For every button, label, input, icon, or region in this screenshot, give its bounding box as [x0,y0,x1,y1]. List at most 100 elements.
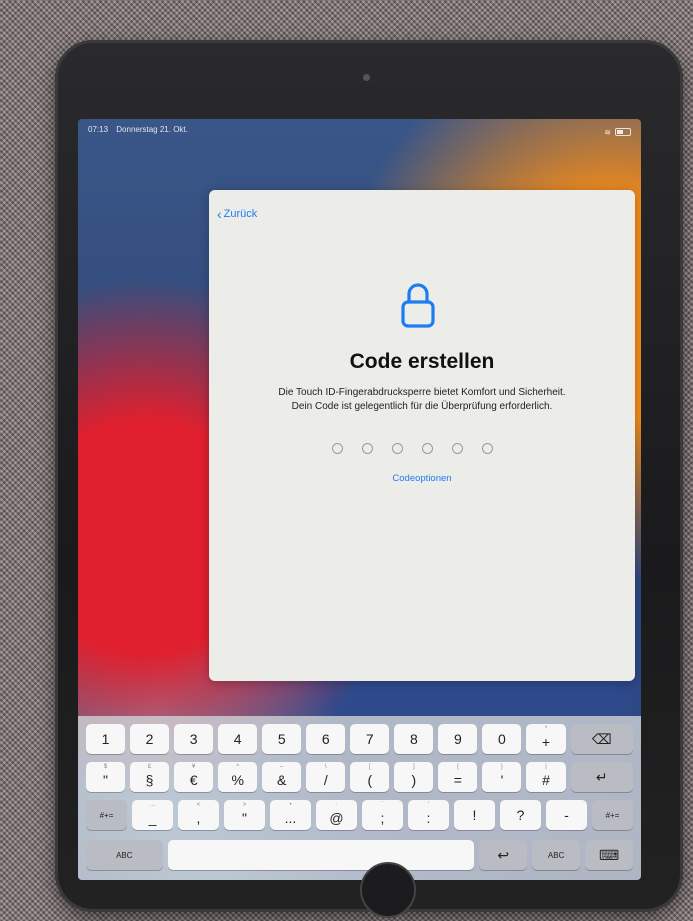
key-hint: ` [381,802,384,808]
key[interactable]: $ " [86,762,126,792]
key-hint: [ [368,764,371,770]
space-key[interactable] [167,840,475,870]
battery-icon [615,128,631,136]
key-hint: > [242,802,247,808]
key-hint: ' [427,802,430,808]
key-label: ? [516,807,525,823]
backspace-icon: ⌫ [591,730,612,747]
key-label: = [453,772,462,788]
key[interactable]: - [546,800,587,830]
key-hint: – [280,764,284,770]
key-label: & [277,772,287,788]
key-label: 4 [233,731,242,747]
key[interactable]: 7 [350,724,390,754]
lock-icon [401,283,435,328]
symbols-key-right[interactable]: #+= [592,800,633,830]
passcode-dot [392,443,403,454]
code-options-link[interactable]: Codeoptionen [209,473,635,484]
abc-key-left-label: ABC [116,850,133,860]
key[interactable]: ! [454,800,495,830]
abc-key-left[interactable]: ABC [86,840,163,870]
keyboard-row-3: #+=… _ <, > " •... · @ `; ':!? - #+= [86,800,633,830]
key[interactable]: <, [178,800,219,830]
key[interactable]: `; [362,800,403,830]
delete-key[interactable]: ⌫ [570,724,633,754]
key-label: € [189,772,198,788]
symbols-key-label: #+= [99,810,114,820]
status-date: Donnerstag 21. Okt. [116,125,188,134]
key[interactable]: * + [526,724,566,754]
key[interactable]: > " [224,800,265,830]
undo-key[interactable]: ↩ [479,840,528,870]
status-bar: 07:13 Donnerstag 21. Okt. ≋ [88,125,631,139]
abc-key-right-label: ABC [547,850,565,860]
key-label: ' [500,772,504,788]
dismiss-keyboard-key[interactable]: ⌨ [585,840,633,870]
key-label: 1 [101,731,110,747]
front-camera [363,74,370,81]
setup-sheet: ‹ Zurück Code erstellen Die Touch ID-Fin… [209,190,635,681]
key-hint: * [544,726,548,732]
undo-icon: ↩ [497,846,510,863]
key[interactable]: 1 [86,724,126,754]
back-label: Zurück [223,208,258,220]
key[interactable]: ^% [218,762,258,792]
key[interactable]: ? [500,800,541,830]
key[interactable]: ': [408,800,449,830]
key[interactable]: 3 [174,724,214,754]
key[interactable]: •... [270,800,311,830]
key-label: 0 [498,731,506,747]
key[interactable]: 2 [130,724,170,754]
key[interactable]: ¥ € [174,762,214,792]
key-label: 9 [454,731,462,747]
chevron-left-icon: ‹ [217,205,222,222]
key[interactable]: 8 [394,724,434,754]
description-text: Die Touch ID-Fingerabdrucksperre bietet … [278,387,566,412]
page-title: Code erstellen [349,350,495,373]
key-label: 7 [365,731,374,747]
key-label: % [231,772,244,788]
keyboard-icon: ⌨ [598,846,620,863]
key[interactable]: 5 [262,724,302,754]
key[interactable]: … _ [132,800,173,830]
key-hint: ] [413,764,415,770]
return-icon: ↵ [595,768,608,785]
key[interactable]: 4 [218,724,258,754]
key[interactable]: £ § [130,762,170,792]
return-key[interactable]: ↵ [570,762,633,792]
passcode-dot [482,443,493,454]
key-hint: < [196,802,201,808]
back-button[interactable]: ‹ Zurück [217,205,258,222]
key[interactable]: 6 [306,724,346,754]
key-label: 2 [145,731,154,747]
key[interactable]: · @ [316,800,357,830]
key-label: ! [472,807,477,823]
key-label: : [426,810,431,826]
key-hint: { [456,764,459,770]
key[interactable]: 0 [482,724,522,754]
key-label: 5 [277,731,286,747]
key[interactable]: 9 [438,724,478,754]
key-label: ; [380,810,385,826]
passcode-dots [332,443,493,454]
key[interactable]: {= [438,762,478,792]
key[interactable]: [( [350,762,390,792]
key-hint: } [500,764,503,770]
key[interactable]: | # [526,762,566,792]
key-hint: • [289,802,292,808]
key-label: @ [329,810,344,826]
key[interactable]: \ / [306,762,346,792]
key-label: - [564,807,569,823]
key-label: 8 [409,731,418,747]
key[interactable]: – & [262,762,302,792]
key-hint: ^ [236,764,240,770]
key[interactable]: } ' [482,762,522,792]
passcode-dot [362,443,373,454]
key-hint: $ [103,764,108,770]
home-button[interactable] [360,862,416,918]
abc-key-right[interactable]: ABC [532,840,581,870]
key-label: / [323,772,328,788]
symbols-key-left[interactable]: #+= [86,800,127,830]
screen: 07:13 Donnerstag 21. Okt. ≋ ‹ Zurück Cod… [78,119,641,880]
key[interactable]: ]) [394,762,434,792]
